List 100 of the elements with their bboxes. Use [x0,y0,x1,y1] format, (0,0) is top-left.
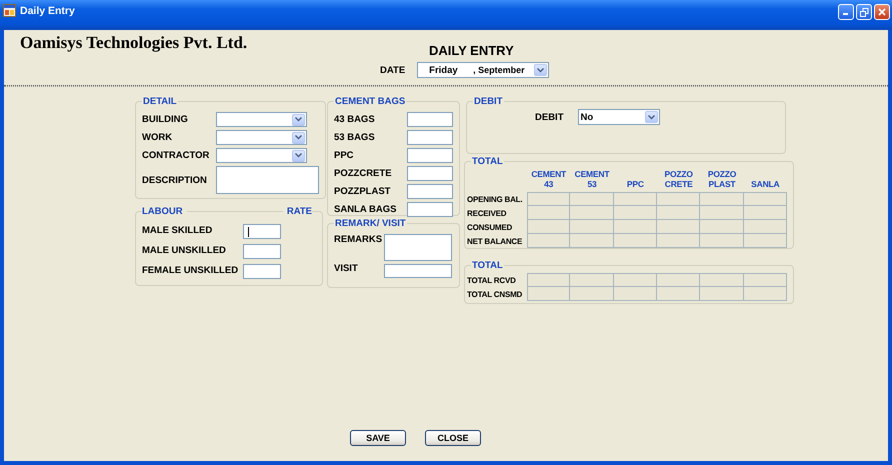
grid-cell [614,234,657,248]
column-header: SANLA [750,179,780,191]
grid-cell [744,192,787,206]
rate-field[interactable] [243,244,281,259]
grid-cell [744,234,787,248]
row-header: CONSUMED [467,222,514,234]
date-picker[interactable]: Friday , September [417,62,550,78]
grid-cell [527,287,570,301]
row-header: OPENING BAL. [467,194,524,206]
grid-cell [656,206,700,220]
column-header: CEMENT 43 [530,169,568,191]
debit-dropdown[interactable]: No [578,109,660,125]
app-window-icon [3,4,16,17]
close-icon [878,8,886,16]
bags-field[interactable] [407,112,453,127]
grid-cell [744,220,787,234]
form-title: DAILY ENTRY [429,43,514,58]
row-header: TOTAL CNSMD [467,288,524,300]
column-header: PPC [626,179,645,191]
row-header: NET BALANCE [467,236,524,248]
column-header: CEMENT 53 [574,169,610,191]
grid-cell [614,220,657,234]
restore-button[interactable] [856,4,872,20]
rate-field[interactable] [243,224,281,239]
field-label: 53 BAGS [334,132,375,143]
remarks-field[interactable] [384,234,452,261]
field-label: MALE SKILLED [142,225,214,236]
grid-cell [700,192,744,206]
field-label: POZZCRETE [334,168,392,179]
field-label: WORK [142,132,174,143]
company-name: Oamisys Technologies Pvt. Ltd. [20,32,248,53]
action-button[interactable]: SAVE [350,430,406,446]
field-label: 43 BAGS [334,114,375,125]
field-label: BUILDING [142,114,189,125]
description-field[interactable] [216,166,319,194]
grid-cell [527,220,570,234]
row-header: TOTAL RCVD [467,274,517,286]
panel-legend: REMARK/ VISIT [335,218,406,229]
visit-field[interactable] [384,264,452,278]
action-button[interactable]: CLOSE [425,430,481,446]
panel-legend: TOTAL [472,260,503,271]
column-header: RATE [286,206,312,217]
dropdown-field[interactable] [216,148,307,163]
grid-cell [656,220,700,234]
bags-field[interactable] [407,148,453,163]
close-window-button[interactable] [874,4,890,20]
rate-field[interactable] [243,264,281,279]
panel-legend: CEMENT BAGS [335,96,406,107]
grid-cell [570,192,614,206]
field-label: POZZPLAST [334,186,390,197]
field-label: PPC [334,150,354,161]
grid-cell [614,206,657,220]
row-header: RECEIVED [467,208,508,220]
grid-cell [570,220,614,234]
bags-field[interactable] [407,184,453,199]
window-title: Daily Entry [20,4,76,17]
grid-cell [700,220,744,234]
field-label: FEMALE UNSKILLED [142,265,240,276]
grid-cell [744,273,787,287]
grid-cell [570,234,614,248]
grid-cell [656,287,700,301]
restore-icon [860,8,868,16]
grid-cell [656,273,700,287]
grid-cell [527,273,570,287]
grid-cell [570,273,614,287]
grid-cell [700,287,744,301]
field-label: DEBIT [535,112,564,122]
grid-cell [570,287,614,301]
panel-legend: DETAIL [143,96,177,107]
grid-cell [744,206,787,220]
grid-cell [744,287,787,301]
column-header: POZZO CRETE [664,169,694,191]
grid-cell [656,192,700,206]
grid-cell [527,192,570,206]
text-cursor [248,226,249,236]
grid-cell [527,206,570,220]
panel-legend: LABOUR [142,206,183,217]
field-label: REMARKS [334,234,384,245]
field-label: DESCRIPTION [142,174,208,186]
grid-cell [614,287,657,301]
field-label: SANLA BAGS [334,204,396,215]
bags-field[interactable] [407,166,453,181]
grid-cell [656,234,700,248]
column-header: POZZO PLAST [706,169,738,191]
grid-cell [700,273,744,287]
grid-cell [700,234,744,248]
grid-cell [527,234,570,248]
bags-field[interactable] [407,130,453,145]
grid-cell [700,206,744,220]
dropdown-field[interactable] [216,112,307,127]
grid-cell [614,273,657,287]
minimize-button[interactable] [838,4,854,20]
bags-field[interactable] [407,202,453,217]
dropdown-field[interactable] [216,130,307,145]
grid-cell [614,192,657,206]
field-label: VISIT [334,263,359,274]
panel-legend: TOTAL [472,156,503,167]
grid-cell [570,206,614,220]
panel-legend: DEBIT [474,96,502,107]
field-label: CONTRACTOR [142,150,210,161]
